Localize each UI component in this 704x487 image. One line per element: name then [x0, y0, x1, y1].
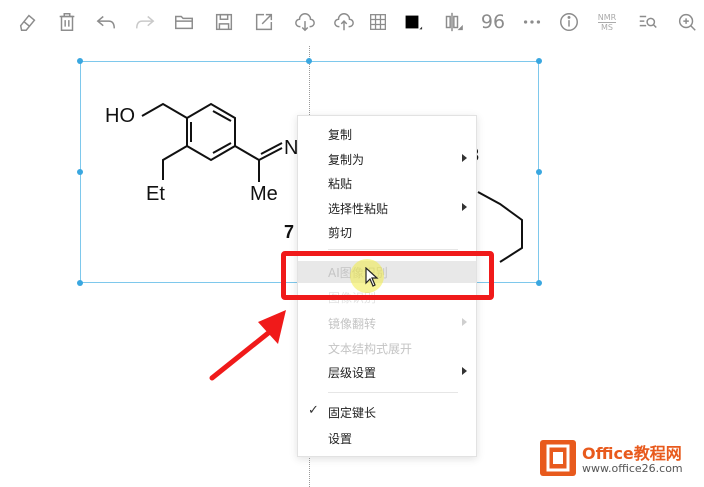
menu-item-label: 设置: [328, 432, 353, 446]
ms-label: MS: [601, 22, 613, 32]
watermark-brand: Office教程网: [582, 444, 682, 463]
checkmark-icon: ✓: [308, 403, 319, 418]
watermark-url: www.office26.com: [582, 462, 683, 475]
save-icon[interactable]: [210, 8, 238, 36]
resize-handle-top[interactable]: [306, 58, 312, 64]
resize-handle-bottom-right[interactable]: [536, 280, 542, 286]
menu-item-copy[interactable]: 复制: [298, 123, 476, 145]
undo-icon[interactable]: [92, 8, 120, 36]
zoom-in-icon[interactable]: [673, 8, 701, 36]
menu-item-label: 层级设置: [328, 366, 377, 380]
menu-item-layer-settings[interactable]: 层级设置: [298, 361, 476, 383]
menu-item-label: 文本结构式展开: [328, 342, 413, 356]
menu-item-label: 镜像翻转: [328, 317, 377, 331]
menu-item-expand-text-structure[interactable]: 文本结构式展开: [298, 337, 476, 359]
delete-icon[interactable]: [53, 8, 81, 36]
zoom-value[interactable]: 96: [476, 8, 510, 36]
menu-item-label: 粘贴: [328, 177, 353, 191]
menu-item-settings[interactable]: 设置: [298, 427, 476, 449]
resize-handle-left[interactable]: [77, 169, 83, 175]
office-logo-icon: [540, 440, 576, 476]
cloud-upload-icon[interactable]: [330, 8, 358, 36]
submenu-arrow-icon: [462, 318, 467, 326]
align-icon[interactable]: [438, 8, 466, 36]
annotation-highlight-box: [281, 251, 494, 300]
menu-item-label: 剪切: [328, 226, 353, 240]
redo-icon[interactable]: [131, 8, 159, 36]
eraser-icon[interactable]: [14, 8, 42, 36]
export-icon[interactable]: [250, 8, 278, 36]
menu-item-copy-as[interactable]: 复制为: [298, 148, 476, 170]
resize-handle-bottom-left[interactable]: [77, 280, 83, 286]
resize-handle-top-right[interactable]: [536, 58, 542, 64]
menu-item-label: 固定键长: [328, 406, 377, 420]
submenu-arrow-icon: [462, 367, 467, 375]
submenu-arrow-icon: [462, 203, 467, 211]
more-icon[interactable]: [518, 8, 546, 36]
menu-item-cut[interactable]: 剪切: [298, 221, 476, 243]
resize-handle-right[interactable]: [536, 169, 542, 175]
menu-item-mirror-flip[interactable]: 镜像翻转: [298, 312, 476, 334]
menu-item-fixed-bond-length[interactable]: ✓ 固定键长: [298, 401, 476, 423]
grid-icon[interactable]: [364, 8, 392, 36]
resize-handle-top-left[interactable]: [77, 58, 83, 64]
menu-item-label: 选择性粘贴: [328, 202, 389, 216]
open-folder-icon[interactable]: [170, 8, 198, 36]
menu-item-label: 复制: [328, 128, 353, 142]
nmr-ms-icon[interactable]: NMR MS: [593, 8, 621, 36]
info-icon[interactable]: [555, 8, 583, 36]
color-swatch-icon[interactable]: [398, 8, 426, 36]
toolbar: 96 NMR MS: [0, 0, 704, 46]
menu-item-label: 复制为: [328, 153, 365, 167]
menu-item-paste-special[interactable]: 选择性粘贴: [298, 197, 476, 219]
menu-item-paste[interactable]: 粘贴: [298, 172, 476, 194]
menu-separator: [328, 249, 458, 250]
search-list-icon[interactable]: [634, 8, 662, 36]
nmr-label: NMR: [597, 12, 617, 23]
cloud-download-icon[interactable]: [291, 8, 319, 36]
zoom-value-text: 96: [480, 11, 506, 33]
annotation-arrow-icon: [209, 310, 286, 381]
menu-separator: [328, 392, 458, 393]
submenu-arrow-icon: [462, 154, 467, 162]
